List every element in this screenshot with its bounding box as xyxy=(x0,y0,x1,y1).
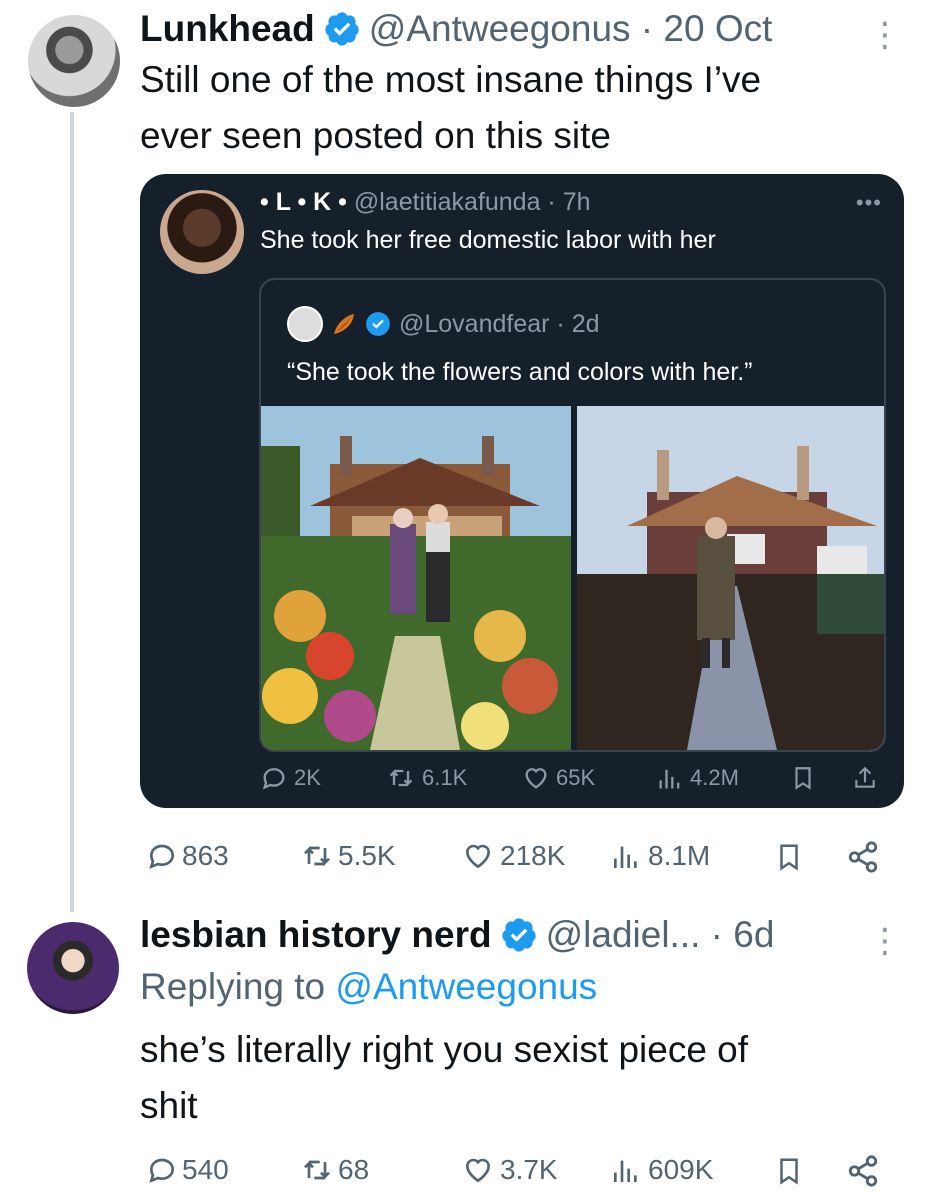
replying-to-line: Replying to @Antweegonus xyxy=(140,966,597,1008)
lesbian-history-nerd-avatar[interactable] xyxy=(27,922,119,1014)
garden-flowers-image xyxy=(261,406,571,750)
laetitia-avatar[interactable] xyxy=(160,190,244,274)
quoted-views-count: 4.2M xyxy=(690,765,739,790)
reply-icon xyxy=(149,844,175,869)
quoted-share-button[interactable] xyxy=(852,764,878,792)
inner-header: @Lovandfear · 2d xyxy=(287,306,600,342)
bookmark-icon xyxy=(780,1158,798,1185)
quoted-retweet-button[interactable]: 6.1K xyxy=(386,764,467,792)
bookmark-icon xyxy=(795,767,811,790)
reply-icon xyxy=(149,1158,175,1183)
tweet2-share-button[interactable] xyxy=(846,1154,880,1188)
verified-badge-icon xyxy=(501,918,536,952)
tweet2-more-icon[interactable]: ⋮ xyxy=(868,924,902,958)
lovandfear-avatar[interactable] xyxy=(287,306,323,342)
tweet2-display-name[interactable]: lesbian history nerd xyxy=(140,914,492,956)
replying-to-label: Replying to xyxy=(140,966,336,1007)
quoted-reply-button[interactable]: 2K xyxy=(260,764,321,792)
share-icon xyxy=(848,841,878,873)
heart-icon xyxy=(465,844,491,869)
tweet2-handle-date[interactable]: @ladiel... · 6d xyxy=(546,914,775,956)
tweet2-bookmark-button[interactable] xyxy=(774,1154,804,1188)
heart-icon xyxy=(465,1158,491,1183)
quoted-reply-count: 2K xyxy=(294,765,321,790)
tweet1-reply-count: 863 xyxy=(182,840,229,871)
retweet-icon xyxy=(304,846,330,866)
tweet1-like-count: 218K xyxy=(500,840,566,871)
tweet2-retweet-count: 68 xyxy=(338,1154,370,1185)
share-icon xyxy=(848,1155,878,1187)
tweet2-text: she’s literally right you sexist piece o… xyxy=(140,1022,748,1134)
tweet1-text-line: ever seen posted on this site xyxy=(140,115,612,156)
tweet2-reply-button[interactable]: 540 xyxy=(146,1154,229,1186)
tweet2-retweet-button[interactable]: 68 xyxy=(300,1154,369,1186)
bookmark-icon xyxy=(780,844,798,871)
tweet1-display-name[interactable]: Lunkhead xyxy=(140,8,315,50)
tweet2-views-count: 609K xyxy=(648,1154,714,1185)
verified-badge-icon xyxy=(325,12,359,46)
quoted-tweet-card[interactable]: • L • K • @laetitiakafunda · 7h ••• She … xyxy=(140,174,904,808)
tweet1-header: Lunkhead @Antweegonus · 20 Oct xyxy=(140,8,772,50)
tweet2-like-count: 3.7K xyxy=(500,1154,558,1185)
quoted-more-icon[interactable]: ••• xyxy=(856,190,882,216)
quoted-bookmark-button[interactable] xyxy=(790,764,816,792)
tweet1-views-button[interactable]: 8.1M xyxy=(610,840,710,872)
tweet1-action-bar: 863 5.5K 218K 8.1M xyxy=(0,840,931,876)
tweet2-views-button[interactable]: 609K xyxy=(610,1154,713,1186)
bare-garden-photo[interactable] xyxy=(577,406,884,750)
tweet1-views-count: 8.1M xyxy=(648,840,711,871)
verified-badge-icon xyxy=(366,312,390,336)
quoted-handle-date[interactable]: @laetitiakafunda · 7h xyxy=(354,188,591,216)
garden-flowers-photo[interactable] xyxy=(261,406,571,750)
bare-garden-image xyxy=(577,406,884,750)
quoted-views-button[interactable]: 4.2M xyxy=(656,764,739,792)
quoted-header: • L • K • @laetitiakafunda · 7h xyxy=(260,188,591,217)
tweet1-share-button[interactable] xyxy=(846,840,880,874)
inner-quoted-tweet[interactable]: @Lovandfear · 2d “She took the flowers a… xyxy=(259,278,886,752)
tweet2-header: lesbian history nerd @ladiel... · 6d xyxy=(140,914,774,956)
autumn-leaf-icon xyxy=(334,314,354,334)
quoted-retweet-count: 6.1K xyxy=(422,765,468,790)
quoted-display-name[interactable]: • L • K • xyxy=(260,188,347,216)
analytics-icon xyxy=(614,846,637,868)
tweet1-handle-date[interactable]: @Antweegonus · 20 Oct xyxy=(369,8,773,50)
quoted-like-count: 65K xyxy=(556,765,596,790)
inner-handle-date[interactable]: @Lovandfear · 2d xyxy=(399,310,600,339)
lunkhead-avatar[interactable] xyxy=(28,15,120,107)
tweet2-action-bar: 540 68 3.7K 609K xyxy=(0,1154,931,1190)
tweet1-retweet-button[interactable]: 5.5K xyxy=(300,840,396,872)
tweet1-like-button[interactable]: 218K xyxy=(462,840,565,872)
tweet1-retweet-count: 5.5K xyxy=(338,840,396,871)
quoted-text: She took her free domestic labor with he… xyxy=(260,226,716,254)
replying-to-link[interactable]: @Antweegonus xyxy=(335,966,597,1007)
tweet1-bookmark-button[interactable] xyxy=(774,840,804,874)
quoted-action-bar: 2K 6.1K 65K 4.2M xyxy=(140,764,904,794)
thread-connector-line xyxy=(70,112,74,912)
tweet2-text-line: shit xyxy=(140,1085,198,1126)
quoted-like-button[interactable]: 65K xyxy=(522,764,595,792)
retweet-icon xyxy=(304,1160,330,1180)
tweet2-reply-count: 540 xyxy=(182,1154,229,1185)
tweet1-more-icon[interactable]: ⋮ xyxy=(868,18,902,52)
tweet2-text-line: she’s literally right you sexist piece o… xyxy=(140,1029,749,1070)
heart-icon xyxy=(525,768,547,789)
inner-quoted-text: “She took the flowers and colors with he… xyxy=(287,358,753,386)
tweet1-text-line: Still one of the most insane things I’ve xyxy=(140,59,762,100)
analytics-icon xyxy=(659,769,680,789)
tweet2-like-button[interactable]: 3.7K xyxy=(462,1154,558,1186)
retweet-icon xyxy=(389,769,413,787)
analytics-icon xyxy=(614,1160,637,1182)
reply-icon xyxy=(262,768,285,790)
tweet1-reply-button[interactable]: 863 xyxy=(146,840,229,872)
tweet1-text: Still one of the most insane things I’ve… xyxy=(140,52,761,164)
share-icon xyxy=(855,766,875,788)
